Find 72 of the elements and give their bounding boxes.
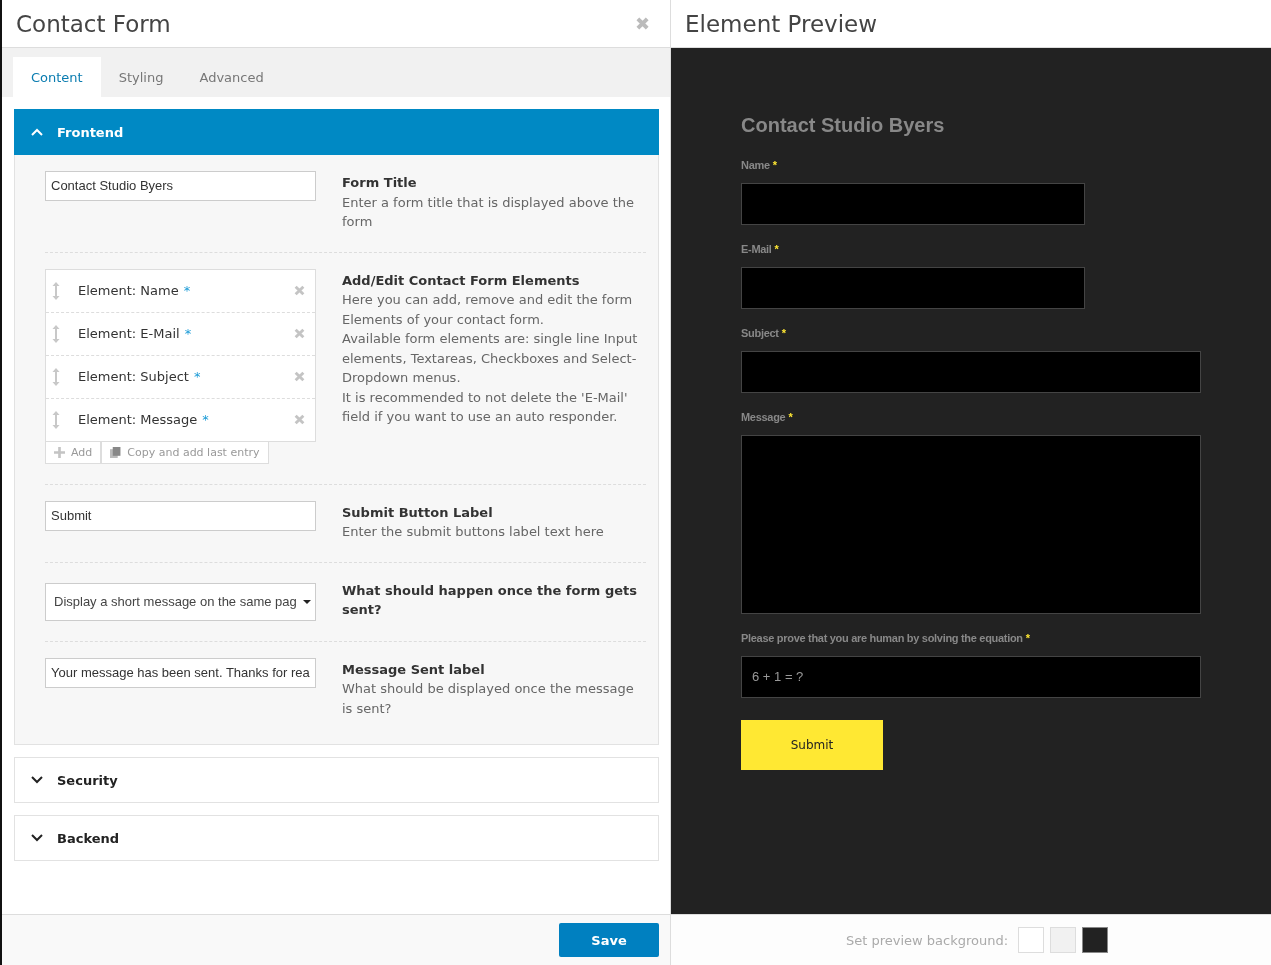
element-label: Element: Message <box>78 412 198 427</box>
required-mark: * <box>774 243 779 255</box>
input-field[interactable] <box>741 267 1085 309</box>
element-list-item[interactable]: Element: E-Mail * <box>46 312 315 356</box>
setting-description: Enter a form title that is displayed above the form <box>342 193 636 231</box>
color-swatch[interactable] <box>1082 927 1109 953</box>
required-mark: * <box>193 369 201 384</box>
section-title: Frontend <box>57 124 124 140</box>
setting-label: Form Title <box>342 174 418 192</box>
required-mark: * <box>788 411 793 423</box>
section-header[interactable]: Security <box>14 757 659 803</box>
chevron-icon <box>31 776 43 784</box>
tab[interactable]: Content <box>13 57 101 97</box>
remove-icon[interactable] <box>294 371 305 382</box>
field-label: Name <box>741 159 770 171</box>
tab[interactable]: Styling <box>100 57 182 97</box>
remove-icon[interactable] <box>294 414 305 425</box>
required-mark: * <box>184 326 192 341</box>
section-title: Security <box>57 772 118 788</box>
setting-description: Enter the submit buttons label text here <box>342 523 605 541</box>
save-button[interactable]: Save <box>559 923 659 957</box>
element-list-item[interactable]: Element: Subject * <box>46 355 315 399</box>
remove-icon[interactable] <box>294 285 305 296</box>
setting-description: It is recommended to not delete the 'E-Mail' field if you want to use an auto responder. <box>342 388 629 426</box>
element-label: Element: Name <box>78 283 179 298</box>
input-field[interactable] <box>741 183 1085 225</box>
element-label: Element: E-Mail <box>78 326 180 341</box>
setting-label: What should happen once the form gets sent? <box>342 581 638 619</box>
section-title: Backend <box>57 830 120 846</box>
element-list-item[interactable]: Element: Name * <box>46 269 315 313</box>
setting-description: What should be displayed once the message is sent? <box>342 680 635 718</box>
section-header[interactable]: Frontend <box>14 109 659 155</box>
chevron-icon <box>31 834 43 842</box>
message-textarea[interactable] <box>741 435 1201 614</box>
section-header[interactable]: Backend <box>14 815 659 861</box>
remove-icon[interactable] <box>294 328 305 339</box>
setting-description: Available form elements are: single line Input elements, Textareas, Checkboxes and Select-Dropdown menus. <box>342 330 639 387</box>
element-list-item[interactable]: Element: Message * <box>46 398 315 441</box>
required-mark: * <box>202 412 209 427</box>
submit-button[interactable]: Submit <box>741 720 883 770</box>
setting-label: Add/Edit Contact Form Elements <box>342 271 581 290</box>
dropdown-field[interactable]: Display a short message on the same pag <box>45 582 316 621</box>
dialog-title: Contact Form <box>16 10 171 37</box>
field-label: Subject <box>741 327 779 339</box>
preview-title: Element Preview <box>685 10 878 37</box>
text-field[interactable]: Contact Studio Byers <box>45 171 316 201</box>
setting-description: Here you can add, remove and edit the form Elements of your contact form. <box>342 291 634 329</box>
drag-handle-icon[interactable] <box>52 366 60 387</box>
element-label: Element: Subject <box>78 369 189 384</box>
chevron-icon <box>31 128 43 136</box>
input-field[interactable] <box>741 351 1201 393</box>
drag-handle-icon[interactable] <box>52 323 60 344</box>
text-field[interactable]: Submit <box>45 500 316 531</box>
form-title: Contact Studio Byers <box>741 114 946 137</box>
text-field[interactable]: Your message has been sent. Thanks for rea <box>45 657 316 688</box>
field-label: Please prove that you are human by solving the equation <box>741 632 1023 644</box>
required-mark: * <box>183 283 191 298</box>
caret-icon <box>303 599 311 604</box>
field-label: Message <box>741 411 786 423</box>
required-mark: * <box>781 327 786 339</box>
tab[interactable]: Advanced <box>181 57 282 97</box>
input-field[interactable]: 6 + 1 = ? <box>741 656 1201 698</box>
copy-icon <box>110 446 122 458</box>
drag-handle-icon[interactable] <box>52 409 60 430</box>
required-mark: * <box>1025 632 1030 644</box>
field-label: E-Mail <box>741 243 772 255</box>
drag-handle-icon[interactable] <box>52 280 60 301</box>
setting-label: Message Sent label <box>342 660 486 679</box>
background-label: Set preview background: <box>846 932 1009 948</box>
setting-label: Submit Button Label <box>342 503 494 522</box>
plus-icon <box>54 446 65 458</box>
required-mark: * <box>772 159 777 171</box>
